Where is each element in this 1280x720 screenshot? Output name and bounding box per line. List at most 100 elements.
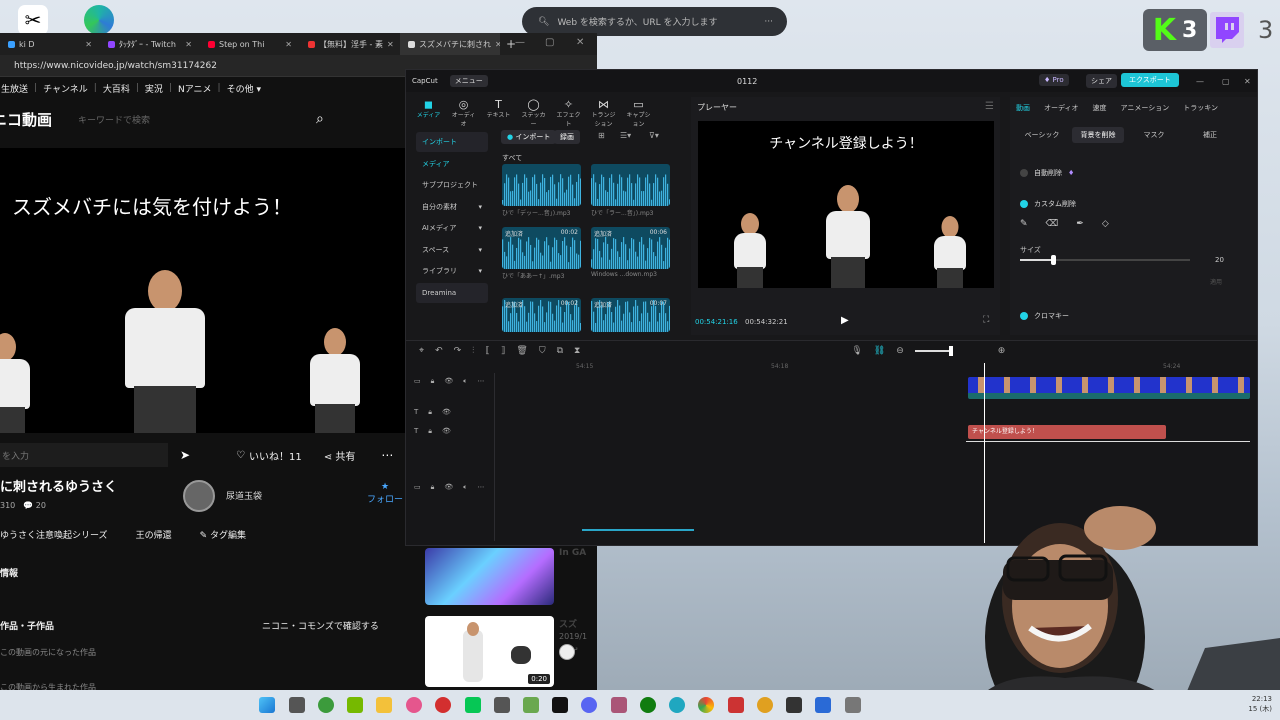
size-value[interactable]: 20 — [1215, 256, 1224, 264]
side-thumbnail[interactable]: 0:20 — [425, 616, 554, 687]
eye-icon[interactable]: 👁︎ — [442, 408, 451, 417]
commons-link[interactable]: ニコニ・コモンズで確認する — [262, 619, 379, 632]
browser-tab[interactable]: Step on Thi ✕ — [200, 33, 300, 55]
site-search-input[interactable]: キーワードで検索 — [78, 113, 278, 126]
pro-button[interactable]: ♦ Pro — [1039, 74, 1069, 86]
pen-icon[interactable]: ✒ — [1076, 219, 1084, 229]
apply-button[interactable]: 適用 — [1210, 277, 1222, 286]
menu-button[interactable]: メニュー — [449, 75, 488, 87]
asset-tool[interactable]: T テキスト — [484, 98, 513, 128]
media-clip[interactable] — [502, 164, 581, 206]
trim-right-icon[interactable]: ⟧ — [501, 346, 505, 356]
maximize-icon[interactable]: ▢ — [1222, 77, 1230, 86]
app-icon[interactable] — [494, 697, 510, 713]
site-nav-item[interactable]: Nアニメ — [178, 82, 212, 95]
custom-remove-option[interactable]: カスタム削除 — [1020, 199, 1076, 209]
chroma-key-option[interactable]: クロマキー — [1020, 311, 1069, 321]
asset-tool[interactable]: ⋈ トランジション — [589, 98, 618, 128]
inspector-subtab[interactable]: 補正 — [1184, 127, 1236, 143]
brush-icon[interactable]: ✎ — [1020, 219, 1028, 229]
site-nav-item[interactable]: チャンネル — [43, 82, 88, 95]
sidenav-item[interactable]: ライブラリ ▾ — [416, 261, 488, 281]
fullscreen-icon[interactable]: ⛶ — [983, 315, 989, 325]
nvidia-icon[interactable] — [347, 697, 363, 713]
browser-tab[interactable]: 【無料】淫手 - 素 ✕ — [300, 33, 400, 55]
sidenav-item[interactable]: AIメディア ▾ — [416, 218, 488, 238]
like-button[interactable]: ♡ いいね！11 — [236, 448, 302, 463]
media-clip[interactable]: 追加済 00:06 — [591, 227, 670, 269]
app-icon[interactable] — [318, 697, 334, 713]
more-icon[interactable]: ⋯ — [477, 483, 484, 492]
eraser-icon[interactable]: ⌫ — [1046, 219, 1059, 229]
xbox-icon[interactable] — [640, 697, 656, 713]
size-slider[interactable] — [1020, 255, 1190, 265]
site-nav-item[interactable]: 大百科 — [103, 82, 130, 95]
app-icon[interactable] — [757, 697, 773, 713]
asset-tool[interactable]: ◯ ステッカー — [519, 98, 548, 128]
app-icon[interactable] — [611, 697, 627, 713]
mic-icon[interactable]: 🎙︎ — [851, 346, 862, 356]
sidenav-item[interactable]: 自分の素材 ▾ — [416, 197, 488, 217]
more-icon[interactable]: ⋯ — [381, 448, 393, 462]
inspector-tab[interactable]: アニメーション — [1121, 103, 1170, 113]
more-icon[interactable]: ··· — [764, 17, 773, 27]
link-icon[interactable]: ⛓ — [874, 346, 885, 356]
sort-icon[interactable]: ☰▾ — [620, 131, 631, 140]
sidenav-item[interactable]: メディア — [416, 154, 488, 174]
edge-desktop-icon[interactable] — [84, 5, 114, 35]
media-clip[interactable]: 追加済 00:02 — [502, 227, 581, 269]
side-thumbnail[interactable] — [425, 548, 554, 605]
delete-icon[interactable]: 🗑︎ — [516, 346, 527, 356]
tab-close-icon[interactable]: ✕ — [495, 40, 500, 49]
select-icon[interactable]: ⌖ — [419, 346, 424, 356]
inspector-tab[interactable]: トラッキン — [1183, 103, 1218, 113]
media-clip[interactable]: 追加済 00:07 — [591, 298, 670, 332]
lock-icon[interactable]: 🔒︎ — [431, 483, 435, 492]
trim-left-icon[interactable]: ⟦ — [485, 346, 489, 356]
play-icon[interactable]: ▶ — [841, 315, 849, 326]
import-tab[interactable]: ● インポート — [501, 130, 557, 144]
clear-icon[interactable]: ◇ — [1102, 219, 1109, 229]
eye-icon[interactable]: 👁︎ — [444, 483, 453, 492]
browser-tab[interactable]: スズメバチに刺され ✕ — [400, 33, 500, 55]
inspector-subtab[interactable]: マスク — [1128, 127, 1180, 143]
inspector-tab[interactable]: 動画 — [1016, 103, 1030, 113]
asset-tool[interactable]: ◎ オーディオ — [449, 98, 478, 128]
eye-icon[interactable]: 👁︎ — [444, 377, 453, 386]
folder-icon[interactable] — [376, 697, 392, 713]
app-icon[interactable] — [786, 697, 802, 713]
send-icon[interactable]: ➤ — [180, 448, 190, 462]
site-nav-item[interactable]: その他 ▾ — [227, 82, 261, 95]
browser-tab[interactable]: ﾀｯﾀﾀﾞｰ - Twitch ✕ — [100, 33, 200, 55]
lock-icon[interactable]: 🔒︎ — [428, 427, 432, 436]
taskbar-clock[interactable]: 22:13 15 (木) — [1248, 694, 1272, 714]
sidenav-item[interactable]: スペース ▾ — [416, 240, 488, 260]
app-icon[interactable] — [523, 697, 539, 713]
redo-icon[interactable]: ↷ — [454, 346, 462, 356]
sidenav-item[interactable]: インポート — [416, 132, 488, 152]
auto-remove-option[interactable]: 自動削除 ♦ — [1020, 168, 1074, 178]
app-icon[interactable] — [845, 697, 861, 713]
text-clip[interactable]: チャンネル登録しよう！ — [968, 425, 1166, 439]
audio-icon[interactable]: 🔈︎ — [463, 377, 467, 386]
eye-icon[interactable]: 👁︎ — [442, 427, 451, 436]
share-button[interactable]: ⋖ 共有 — [324, 448, 356, 463]
tag-item[interactable]: ゆうさく注意喚起シリーズ — [0, 528, 108, 541]
zoom-in-icon[interactable]: ⊕ — [998, 346, 1006, 356]
video-player[interactable]: スズメバチには気を付けよう！ — [0, 148, 410, 433]
tab-close-icon[interactable]: ✕ — [185, 40, 192, 49]
inspector-subtab[interactable]: 背景を削除 — [1072, 127, 1124, 143]
inspector-tab[interactable]: 速度 — [1093, 103, 1107, 113]
chrome-icon[interactable] — [698, 697, 714, 713]
line-icon[interactable] — [465, 697, 481, 713]
app-icon[interactable] — [815, 697, 831, 713]
search-bar[interactable]: 🔍︎ Web を検索するか、URL を入力します ··· — [522, 7, 787, 36]
share-button[interactable]: シェア — [1086, 74, 1117, 88]
comment-input[interactable]: を入力 — [0, 443, 168, 467]
tab-close-icon[interactable]: ✕ — [85, 40, 92, 49]
filter-icon[interactable]: ⊽▾ — [649, 131, 659, 140]
maximize-icon[interactable]: ▢ — [545, 37, 554, 48]
tag-item[interactable]: 王の帰還 — [136, 528, 172, 541]
close-icon[interactable]: ✕ — [576, 37, 584, 48]
record-icon[interactable] — [435, 697, 451, 713]
